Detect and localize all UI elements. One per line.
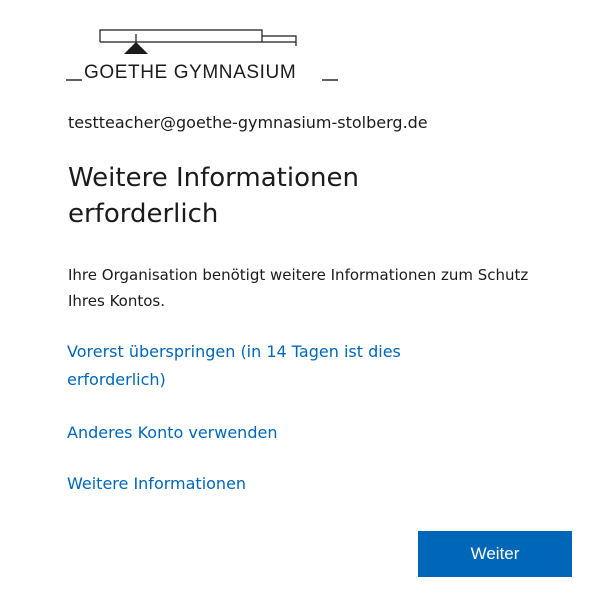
next-button[interactable]: Weiter: [418, 531, 572, 577]
use-other-account-link[interactable]: Anderes Konto verwenden: [67, 419, 277, 447]
sign-in-card: GOETHE GYMNASIUM testteacher@goethe-gymn…: [0, 0, 616, 607]
account-email: testteacher@goethe-gymnasium-stolberg.de: [68, 113, 428, 132]
logo-wordmark: GOETHE GYMNASIUM: [84, 62, 297, 83]
page-title: Weitere Informationen erforderlich: [68, 163, 359, 229]
skip-for-now-link[interactable]: Vorerst überspringen (in 14 Tagen ist di…: [67, 338, 487, 394]
page-description: Ihre Organisation benötigt weitere Infor…: [68, 266, 529, 310]
more-information-link[interactable]: Weitere Informationen: [67, 470, 246, 498]
goethe-gymnasium-logo: GOETHE GYMNASIUM: [66, 24, 346, 90]
